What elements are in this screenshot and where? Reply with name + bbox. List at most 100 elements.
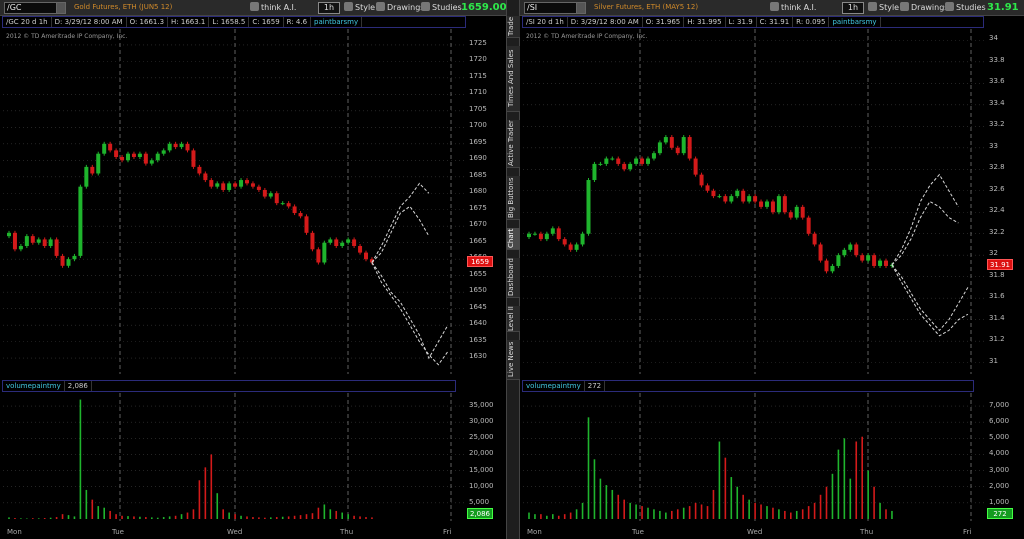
studies-icon <box>421 2 430 11</box>
candle <box>256 186 261 190</box>
candle <box>268 193 273 197</box>
side-tab-dashboard[interactable]: Dashboard <box>507 258 521 298</box>
projection-line <box>891 200 959 266</box>
candle <box>167 143 172 151</box>
candle <box>759 201 764 207</box>
candle <box>842 249 847 256</box>
candle <box>179 143 184 148</box>
day-label: Tue <box>632 528 644 536</box>
studies-icon <box>945 2 954 11</box>
price-tick-label: 1645 <box>469 302 487 311</box>
candle <box>598 163 603 165</box>
side-tab-bar: Trade Times And Sales Active Trader Big But… <box>506 0 521 539</box>
day-label: Tue <box>112 528 124 536</box>
candle <box>221 183 226 190</box>
symbol-input[interactable]: /SI <box>524 2 584 14</box>
candle <box>203 173 208 181</box>
candle <box>586 180 591 234</box>
side-tab-chart[interactable]: Chart <box>507 228 521 250</box>
studies-button[interactable]: Studies <box>945 2 986 14</box>
day-label: Wed <box>747 528 763 536</box>
aggregation-button[interactable]: 1h <box>842 2 864 14</box>
price-tick-label: 33.6 <box>989 77 1005 86</box>
candle <box>646 158 650 164</box>
price-chart[interactable] <box>523 29 986 374</box>
candle <box>747 196 752 202</box>
study-label[interactable]: paintbarsmy <box>311 17 363 27</box>
candle <box>316 249 321 263</box>
chart-info-bar: /GC 20 d 1h D: 3/29/12 8:00 AM O: 1661.3 H:… <box>2 16 466 28</box>
candle <box>741 190 746 202</box>
symbol-input[interactable]: /GC <box>4 2 64 14</box>
side-tab-trade[interactable]: Trade <box>507 16 521 38</box>
studies-button[interactable]: Studies <box>421 2 462 14</box>
candle <box>878 260 883 266</box>
think-ai-icon <box>770 2 779 11</box>
gold-chart-panel: /GC Gold Futures, ETH (JUN5 12) think A.… <box>0 0 507 539</box>
side-tab-level-ii[interactable]: Level II <box>507 306 521 332</box>
price-tick-label: 31.8 <box>989 270 1005 279</box>
candle <box>30 236 35 243</box>
volume-study-label[interactable]: volumepaintmy <box>523 381 585 391</box>
volume-tick-label: 3,000 <box>989 465 1010 474</box>
price-axis: 34 33.8 33.6 33.4 33.2 33 32.8 32.6 32.4 32.2 32 31… <box>986 28 1024 373</box>
side-tab-active-trader[interactable]: Active Trader <box>507 120 521 168</box>
candle <box>527 233 531 238</box>
drawings-button[interactable]: Drawings <box>900 2 948 14</box>
candle <box>292 206 297 214</box>
price-tick-label: 34 <box>989 34 998 43</box>
current-volume-tag: 272 <box>987 508 1013 519</box>
day-label: Mon <box>527 528 542 536</box>
price-tick-label: 1640 <box>469 319 487 328</box>
bar-range: R: 4.6 <box>284 17 312 27</box>
side-tab-times-and-sales[interactable]: Times And Sales <box>507 46 521 112</box>
projection-line <box>891 173 959 266</box>
style-button[interactable]: Style <box>344 2 375 14</box>
candle <box>657 142 662 154</box>
price-tick-label: 1710 <box>469 88 487 97</box>
side-tab-live-news[interactable]: Live News <box>507 340 521 380</box>
candle <box>705 185 710 191</box>
candle <box>24 236 29 247</box>
volume-tick-label: 35,000 <box>469 401 494 410</box>
volume-chart[interactable] <box>523 393 986 521</box>
candle <box>735 190 740 197</box>
drawings-button[interactable]: Drawings <box>376 2 424 14</box>
symbol-dropdown-button[interactable] <box>56 2 66 14</box>
candle <box>54 239 59 256</box>
day-label: Fri <box>443 528 452 536</box>
candle <box>364 252 368 260</box>
bar-date: D: 3/29/12 8:00 AM <box>52 17 127 27</box>
symbol-dropdown-button[interactable] <box>576 2 586 14</box>
think-ai-button[interactable]: think A.I. <box>250 2 296 14</box>
study-label[interactable]: paintbarsmy <box>829 17 881 27</box>
volume-tick-label: 25,000 <box>469 433 494 442</box>
price-tick-label: 1635 <box>469 335 487 344</box>
bar-close: C: 1659 <box>249 17 284 27</box>
volume-chart[interactable] <box>3 393 466 521</box>
candle <box>245 180 249 184</box>
price-chart[interactable] <box>3 29 466 374</box>
candle <box>114 150 119 157</box>
candle <box>233 183 238 187</box>
price-tick-label: 1650 <box>469 286 487 295</box>
aggregation-button[interactable]: 1h <box>318 2 340 14</box>
price-tick-label: 1665 <box>469 236 487 245</box>
candle <box>328 239 333 243</box>
candle <box>72 255 77 260</box>
price-tick-label: 32.6 <box>989 184 1005 193</box>
think-ai-button[interactable]: think A.I. <box>770 2 816 14</box>
price-tick-label: 1675 <box>469 203 487 212</box>
candle <box>770 201 775 213</box>
candle <box>173 143 178 148</box>
candle <box>776 196 781 213</box>
candle <box>717 196 722 198</box>
bar-high: H: 31.995 <box>684 17 726 27</box>
pencil-icon <box>376 2 385 11</box>
candle <box>836 255 841 266</box>
side-tab-big-buttons[interactable]: Big Buttons <box>507 176 521 220</box>
volume-study-label[interactable]: volumepaintmy <box>3 381 65 391</box>
style-button[interactable]: Style <box>868 2 899 14</box>
candle <box>340 242 345 247</box>
day-label: Fri <box>963 528 972 536</box>
